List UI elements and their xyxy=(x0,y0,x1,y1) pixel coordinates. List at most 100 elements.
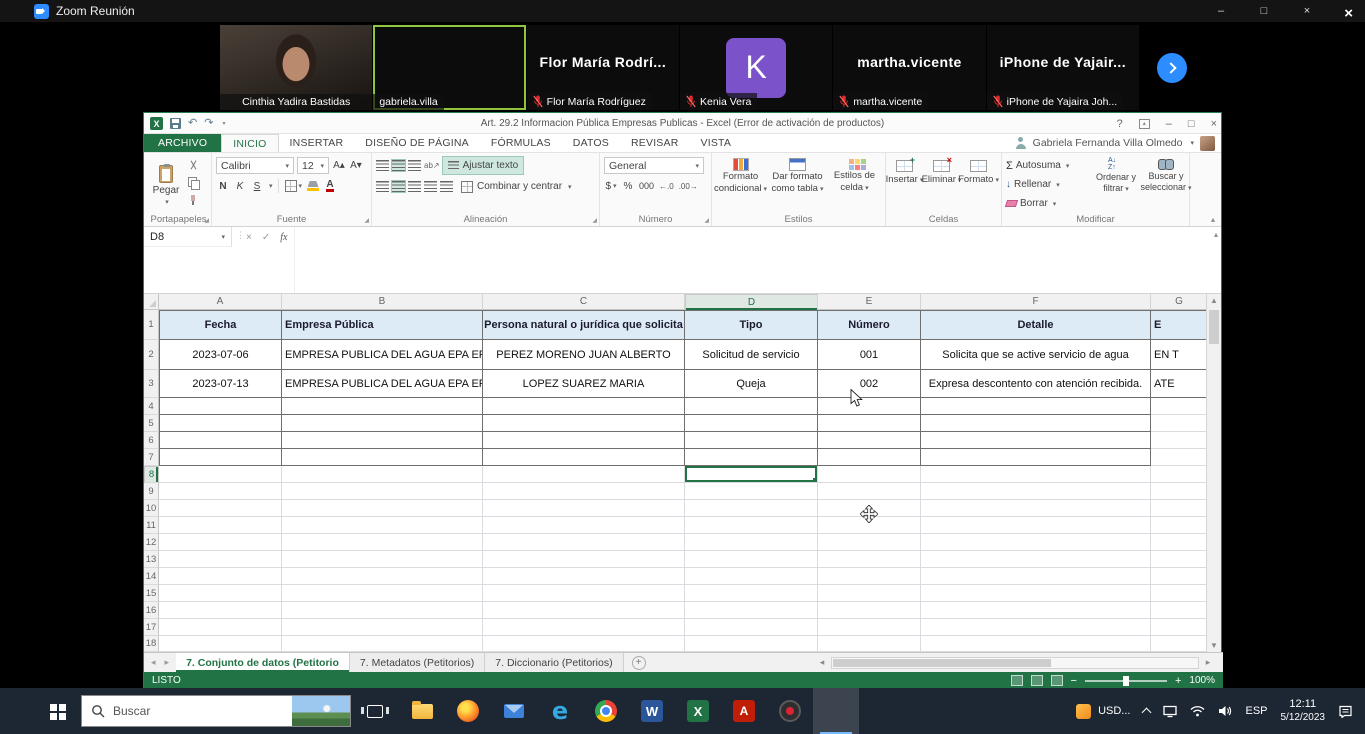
wifi-icon[interactable] xyxy=(1190,705,1205,717)
cell[interactable]: Fecha xyxy=(159,310,282,340)
excel-minimize-icon[interactable]: – xyxy=(1166,118,1172,130)
participant-tile[interactable]: gabriela.villa xyxy=(373,25,526,110)
font-size-select[interactable]: 12▾ xyxy=(297,157,329,174)
column-header-B[interactable]: B xyxy=(282,294,483,309)
cell[interactable] xyxy=(282,585,483,602)
cell[interactable] xyxy=(1151,415,1208,432)
cell[interactable] xyxy=(818,568,921,585)
cell[interactable]: E xyxy=(1151,310,1208,340)
cell[interactable] xyxy=(921,415,1151,432)
cell[interactable] xyxy=(921,568,1151,585)
cell[interactable] xyxy=(159,466,282,483)
find-select-button[interactable]: Buscar y seleccionar▾ xyxy=(1142,157,1190,192)
cell[interactable] xyxy=(483,415,685,432)
cell[interactable] xyxy=(1151,534,1208,551)
zoom-slider[interactable] xyxy=(1085,680,1167,682)
cell[interactable] xyxy=(483,398,685,415)
cell[interactable] xyxy=(921,500,1151,517)
sheet-tab[interactable]: 7. Diccionario (Petitorios) xyxy=(485,653,623,672)
align-center-icon[interactable] xyxy=(392,181,405,192)
ribbon-tab-vista[interactable]: VISTA xyxy=(690,134,743,152)
excel-close-icon[interactable]: × xyxy=(1211,118,1217,130)
cell[interactable] xyxy=(921,551,1151,568)
row-header-3[interactable]: 3 xyxy=(144,370,159,398)
cell[interactable] xyxy=(685,415,818,432)
normal-view-icon[interactable] xyxy=(1011,675,1023,686)
taskbar-clock[interactable]: 12:11 5/12/2023 xyxy=(1281,698,1326,724)
row-header-4[interactable]: 4 xyxy=(144,398,159,415)
participant-tile[interactable]: Cinthia Yadira Bastidas xyxy=(220,25,373,110)
cell[interactable] xyxy=(483,619,685,636)
decrease-indent-icon[interactable] xyxy=(424,181,437,192)
customize-qat-icon[interactable]: ▾ xyxy=(222,120,225,127)
participant-tile[interactable]: KKenia Vera xyxy=(680,25,833,110)
merge-center-button[interactable]: Combinar y centrar▾ xyxy=(456,178,577,195)
cell[interactable] xyxy=(921,466,1151,483)
zoom-slider-thumb[interactable] xyxy=(1123,676,1129,686)
align-right-icon[interactable] xyxy=(408,181,421,192)
scroll-left-icon[interactable]: ◂ xyxy=(815,657,829,668)
account-info[interactable]: Gabriela Fernanda Villa Olmedo ▾ xyxy=(1015,134,1215,152)
cell[interactable] xyxy=(685,636,818,652)
taskbar-word-button[interactable]: W xyxy=(629,688,675,734)
page-break-view-icon[interactable] xyxy=(1051,675,1063,686)
shrink-font-button[interactable]: A▾ xyxy=(349,158,363,174)
taskbar-excel-button[interactable]: X xyxy=(675,688,721,734)
cell[interactable]: 002 xyxy=(818,370,921,398)
cell[interactable]: EN T xyxy=(1151,340,1208,370)
cell[interactable]: Solicitud de servicio xyxy=(685,340,818,370)
cell[interactable] xyxy=(282,568,483,585)
sort-filter-button[interactable]: A↓Z↑ Ordenar y filtrar▾ xyxy=(1092,157,1140,193)
cell[interactable] xyxy=(685,517,818,534)
save-icon[interactable] xyxy=(170,118,181,129)
name-box[interactable]: D8▾ xyxy=(144,227,232,247)
cell[interactable] xyxy=(282,466,483,483)
horizontal-scrollbar-track[interactable] xyxy=(831,657,1199,669)
cell[interactable] xyxy=(1151,585,1208,602)
undo-icon[interactable]: ↶ xyxy=(188,118,197,129)
column-header-D[interactable]: D xyxy=(685,294,818,311)
cell[interactable] xyxy=(159,517,282,534)
align-middle-icon[interactable] xyxy=(392,160,405,171)
cell[interactable] xyxy=(685,398,818,415)
row-header-7[interactable]: 7 xyxy=(144,449,159,466)
cell[interactable] xyxy=(159,619,282,636)
scroll-up-icon[interactable]: ▲ xyxy=(1207,296,1221,305)
row-header-14[interactable]: 14 xyxy=(144,568,159,585)
cell[interactable] xyxy=(818,415,921,432)
cell[interactable] xyxy=(921,602,1151,619)
horizontal-scrollbar-thumb[interactable] xyxy=(833,659,1051,667)
cell[interactable] xyxy=(282,432,483,449)
cell[interactable] xyxy=(921,398,1151,415)
taskbar-zoom-button[interactable] xyxy=(813,688,859,734)
cell[interactable] xyxy=(921,534,1151,551)
page-layout-view-icon[interactable] xyxy=(1031,675,1043,686)
cell[interactable] xyxy=(159,534,282,551)
cell[interactable] xyxy=(159,449,282,466)
task-view-button[interactable] xyxy=(351,688,399,734)
taskbar-search[interactable]: Buscar xyxy=(81,695,351,727)
cell[interactable]: EMPRESA PUBLICA DEL AGUA EPA EP xyxy=(282,340,483,370)
dialog-launcher-icon[interactable]: ◢ xyxy=(364,217,369,224)
taskbar-mail-button[interactable] xyxy=(491,688,537,734)
cell[interactable] xyxy=(483,466,685,483)
select-all-button[interactable] xyxy=(144,294,159,309)
close-icon[interactable]: × xyxy=(1301,5,1313,17)
taskbar-edge-button[interactable]: e xyxy=(537,688,583,734)
help-icon[interactable]: ? xyxy=(1117,118,1123,130)
language-indicator[interactable]: ESP xyxy=(1245,705,1267,717)
cell[interactable] xyxy=(818,449,921,466)
decrease-decimal-icon[interactable]: .00→ xyxy=(678,178,699,194)
cell[interactable] xyxy=(685,483,818,500)
cell[interactable] xyxy=(685,500,818,517)
excel-maximize-icon[interactable]: □ xyxy=(1188,118,1195,130)
row-header-9[interactable]: 9 xyxy=(144,483,159,500)
cell[interactable] xyxy=(159,398,282,415)
font-name-select[interactable]: Calibri▾ xyxy=(216,157,294,174)
search-highlight-image[interactable] xyxy=(292,696,350,726)
row-header-5[interactable]: 5 xyxy=(144,415,159,432)
taskbar-chrome-button[interactable] xyxy=(583,688,629,734)
cell[interactable] xyxy=(483,449,685,466)
sheet-nav-right-icon[interactable]: ▸ xyxy=(165,657,170,668)
column-header-E[interactable]: E xyxy=(818,294,921,309)
